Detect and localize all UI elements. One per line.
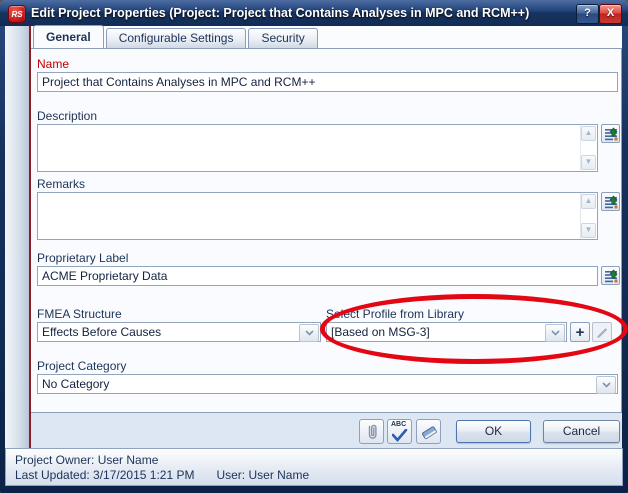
tab-general[interactable]: General: [33, 25, 104, 48]
expand-editor-icon: [604, 127, 618, 141]
proprietary-expand-editor-button[interactable]: [601, 266, 620, 285]
name-label: Name: [37, 57, 69, 71]
pencil-icon: [596, 326, 608, 338]
project-category-value: No Category: [42, 375, 109, 393]
status-bar: Project Owner: User Name Last Updated: 3…: [5, 448, 623, 486]
project-category-combobox[interactable]: No Category: [37, 374, 618, 394]
proprietary-label-label: Proprietary Label: [37, 251, 128, 265]
fmea-structure-value: Effects Before Causes: [42, 323, 161, 341]
project-owner-status: Project Owner: User Name: [15, 453, 158, 467]
expand-editor-icon: [604, 269, 618, 283]
add-profile-button[interactable]: +: [570, 322, 590, 342]
description-label: Description: [37, 109, 97, 123]
scroll-down-icon[interactable]: ▼: [581, 155, 596, 170]
remarks-expand-editor-button[interactable]: [601, 192, 620, 211]
remarks-textarea[interactable]: ▲ ▼: [37, 192, 598, 240]
remarks-scrollbar: ▲ ▼: [580, 193, 597, 239]
select-profile-value: [Based on MSG-3]: [331, 323, 430, 341]
spell-check-icon: ABC: [390, 422, 409, 441]
ok-button[interactable]: OK: [456, 420, 531, 443]
fmea-structure-label: FMEA Structure: [37, 307, 122, 321]
description-textarea[interactable]: ▲ ▼: [37, 124, 598, 172]
scroll-down-icon[interactable]: ▼: [581, 223, 596, 238]
edit-project-properties-dialog: RS Edit Project Properties (Project: Pro…: [0, 0, 628, 493]
fmea-structure-combobox[interactable]: Effects Before Causes: [37, 322, 321, 342]
cancel-button[interactable]: Cancel: [543, 420, 620, 443]
close-button[interactable]: X: [599, 4, 622, 24]
chevron-down-icon[interactable]: [545, 324, 565, 342]
last-updated-status: Last Updated: 3/17/2015 1:21 PM: [15, 468, 194, 482]
paperclip-icon: [364, 423, 380, 441]
help-button[interactable]: ?: [576, 4, 599, 24]
tab-strip: General Configurable Settings Security: [31, 26, 622, 48]
expand-editor-icon: [604, 195, 618, 209]
attach-file-button[interactable]: [359, 419, 384, 444]
scroll-up-icon[interactable]: ▲: [581, 126, 596, 141]
spell-check-button[interactable]: ABC: [387, 419, 412, 444]
chevron-down-icon[interactable]: [596, 376, 616, 394]
general-tab-page: Name Description ▲ ▼ Remarks ▲ ▼: [31, 48, 622, 413]
select-profile-label: Select Profile from Library: [326, 307, 464, 321]
title-bar[interactable]: RS Edit Project Properties (Project: Pro…: [0, 0, 628, 26]
user-status: User: User Name: [216, 468, 309, 482]
clear-format-button[interactable]: [416, 419, 441, 444]
project-category-label: Project Category: [37, 359, 126, 373]
dialog-title: Edit Project Properties (Project: Projec…: [31, 0, 529, 26]
footer-band: [31, 413, 622, 448]
chevron-down-icon[interactable]: [299, 324, 319, 342]
reliasoft-brand-text: ReliaSoft: [0, 384, 4, 480]
brand-side-strip: [5, 26, 29, 448]
name-input[interactable]: [37, 72, 618, 92]
remarks-label: Remarks: [37, 177, 85, 191]
description-scrollbar: ▲ ▼: [580, 125, 597, 171]
proprietary-label-input[interactable]: [37, 266, 598, 286]
tab-configurable-settings[interactable]: Configurable Settings: [106, 28, 247, 48]
edit-profile-button[interactable]: [592, 322, 612, 342]
reliasoft-app-icon: RS: [8, 5, 26, 23]
select-profile-combobox[interactable]: [Based on MSG-3]: [326, 322, 567, 342]
tab-security[interactable]: Security: [248, 28, 317, 48]
description-expand-editor-button[interactable]: [601, 124, 620, 143]
scroll-up-icon[interactable]: ▲: [581, 194, 596, 209]
eraser-icon: [419, 423, 439, 441]
